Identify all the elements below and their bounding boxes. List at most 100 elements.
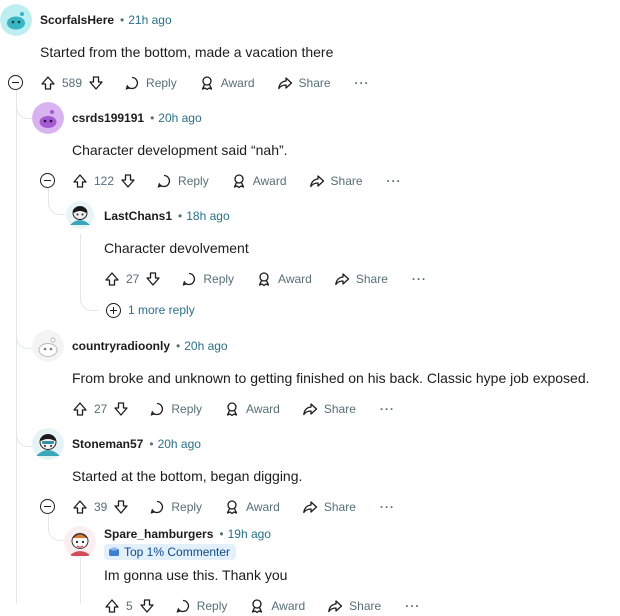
award-label: Award xyxy=(220,76,255,90)
share-label: Share xyxy=(355,272,388,286)
upvote-icon[interactable] xyxy=(72,401,88,417)
avatar[interactable] xyxy=(32,330,64,362)
vote-count: 27 xyxy=(126,272,140,286)
award-icon xyxy=(201,76,212,91)
award-button[interactable]: Award xyxy=(256,271,312,287)
share-icon xyxy=(302,403,317,416)
separator-dot: • xyxy=(120,13,125,27)
share-button[interactable]: Share xyxy=(334,271,388,287)
comment-meta: Stoneman57 • 20h ago xyxy=(72,437,201,451)
username[interactable]: csrds199191 xyxy=(72,111,144,125)
comment-text: From broke and unknown to getting finish… xyxy=(72,370,590,386)
comment-actions: 589 Reply Award Share ··· xyxy=(40,73,370,93)
timestamp[interactable]: 19h ago xyxy=(228,527,271,541)
more-options-button[interactable]: ··· xyxy=(387,174,402,188)
username[interactable]: LastChans1 xyxy=(104,209,172,223)
award-button[interactable]: Award xyxy=(199,75,255,91)
reply-button[interactable]: Reply xyxy=(156,173,209,189)
thread-curve xyxy=(16,100,33,119)
downvote-icon[interactable] xyxy=(113,401,129,417)
timestamp[interactable]: 21h ago xyxy=(128,13,171,27)
username[interactable]: Spare_hamburgers xyxy=(104,527,213,541)
reply-button[interactable]: Reply xyxy=(181,271,234,287)
reply-button[interactable]: Reply xyxy=(124,75,177,91)
vote-group: 589 xyxy=(40,75,104,91)
more-options-button[interactable]: ··· xyxy=(380,500,395,514)
collapse-thread-button[interactable] xyxy=(40,173,55,188)
award-icon xyxy=(252,599,263,614)
avatar[interactable] xyxy=(0,4,32,36)
comment-meta: LastChans1 • 18h ago xyxy=(104,209,230,223)
share-button[interactable]: Share xyxy=(302,499,356,515)
timestamp[interactable]: 20h ago xyxy=(184,339,227,353)
top-commenter-badge: Top 1% Commenter xyxy=(104,544,237,560)
reply-label: Reply xyxy=(196,599,228,613)
share-button[interactable]: Share xyxy=(302,401,356,417)
more-options-button[interactable]: ··· xyxy=(355,76,370,90)
collapse-thread-button[interactable] xyxy=(8,75,23,90)
comment-actions: 27 Reply Award Share ··· xyxy=(72,399,395,419)
username[interactable]: countryradioonly xyxy=(72,339,170,353)
separator-dot: • xyxy=(149,437,154,451)
timestamp[interactable]: 18h ago xyxy=(186,209,229,223)
vote-group: 27 xyxy=(72,401,129,417)
downvote-icon[interactable] xyxy=(113,499,129,515)
reply-icon xyxy=(125,76,139,90)
share-icon xyxy=(277,77,292,90)
award-icon xyxy=(233,174,244,189)
more-options-button[interactable]: ··· xyxy=(405,599,420,613)
more-options-button[interactable]: ··· xyxy=(412,272,427,286)
award-button[interactable]: Award xyxy=(224,499,280,515)
award-label: Award xyxy=(271,599,306,613)
share-icon xyxy=(328,600,343,613)
share-label: Share xyxy=(323,500,356,514)
upvote-icon[interactable] xyxy=(72,173,88,189)
award-button[interactable]: Award xyxy=(224,401,280,417)
award-button[interactable]: Award xyxy=(249,598,305,614)
vote-count: 39 xyxy=(94,500,108,514)
reply-button[interactable]: Reply xyxy=(175,598,228,614)
award-button[interactable]: Award xyxy=(231,173,287,189)
comment-meta: Spare_hamburgers • 19h ago xyxy=(104,527,271,541)
reply-label: Reply xyxy=(203,272,235,286)
avatar[interactable] xyxy=(64,526,96,558)
award-label: Award xyxy=(246,402,280,416)
downvote-icon[interactable] xyxy=(88,75,104,91)
comment-text: Im gonna use this. Thank you xyxy=(104,567,288,583)
award-label: Award xyxy=(278,272,312,286)
avatar[interactable] xyxy=(66,201,94,229)
share-button[interactable]: Share xyxy=(309,173,363,189)
avatar[interactable] xyxy=(32,102,64,134)
username[interactable]: Stoneman57 xyxy=(72,437,143,451)
comment-actions: 5 Reply Award Share ··· xyxy=(104,596,420,616)
downvote-icon[interactable] xyxy=(145,271,161,287)
comment-actions: 39 Reply Award Share ··· xyxy=(72,497,395,517)
more-replies-link[interactable]: 1 more reply xyxy=(128,303,195,317)
comment-text: Character devolvement xyxy=(104,240,249,256)
reply-button[interactable]: Reply xyxy=(149,401,202,417)
share-button[interactable]: Share xyxy=(327,598,381,614)
vote-group: 5 xyxy=(104,598,155,614)
downvote-icon[interactable] xyxy=(120,173,136,189)
upvote-icon[interactable] xyxy=(104,598,120,614)
timestamp[interactable]: 20h ago xyxy=(158,111,201,125)
expand-replies-icon[interactable] xyxy=(106,303,121,318)
collapse-thread-button[interactable] xyxy=(40,499,55,514)
upvote-icon[interactable] xyxy=(72,499,88,515)
upvote-icon[interactable] xyxy=(40,75,56,91)
more-options-button[interactable]: ··· xyxy=(380,402,395,416)
reply-icon xyxy=(176,599,189,613)
vote-group: 39 xyxy=(72,499,129,515)
share-button[interactable]: Share xyxy=(277,75,331,91)
share-icon xyxy=(309,175,324,188)
reply-button[interactable]: Reply xyxy=(149,499,202,515)
share-icon xyxy=(334,273,349,286)
separator-dot: • xyxy=(178,209,183,223)
upvote-icon[interactable] xyxy=(104,271,120,287)
downvote-icon[interactable] xyxy=(139,598,155,614)
username[interactable]: ScorfalsHere xyxy=(40,13,114,27)
avatar[interactable] xyxy=(32,428,64,460)
thread-curve xyxy=(80,234,99,311)
timestamp[interactable]: 20h ago xyxy=(158,437,201,451)
thread-curve xyxy=(48,196,65,215)
